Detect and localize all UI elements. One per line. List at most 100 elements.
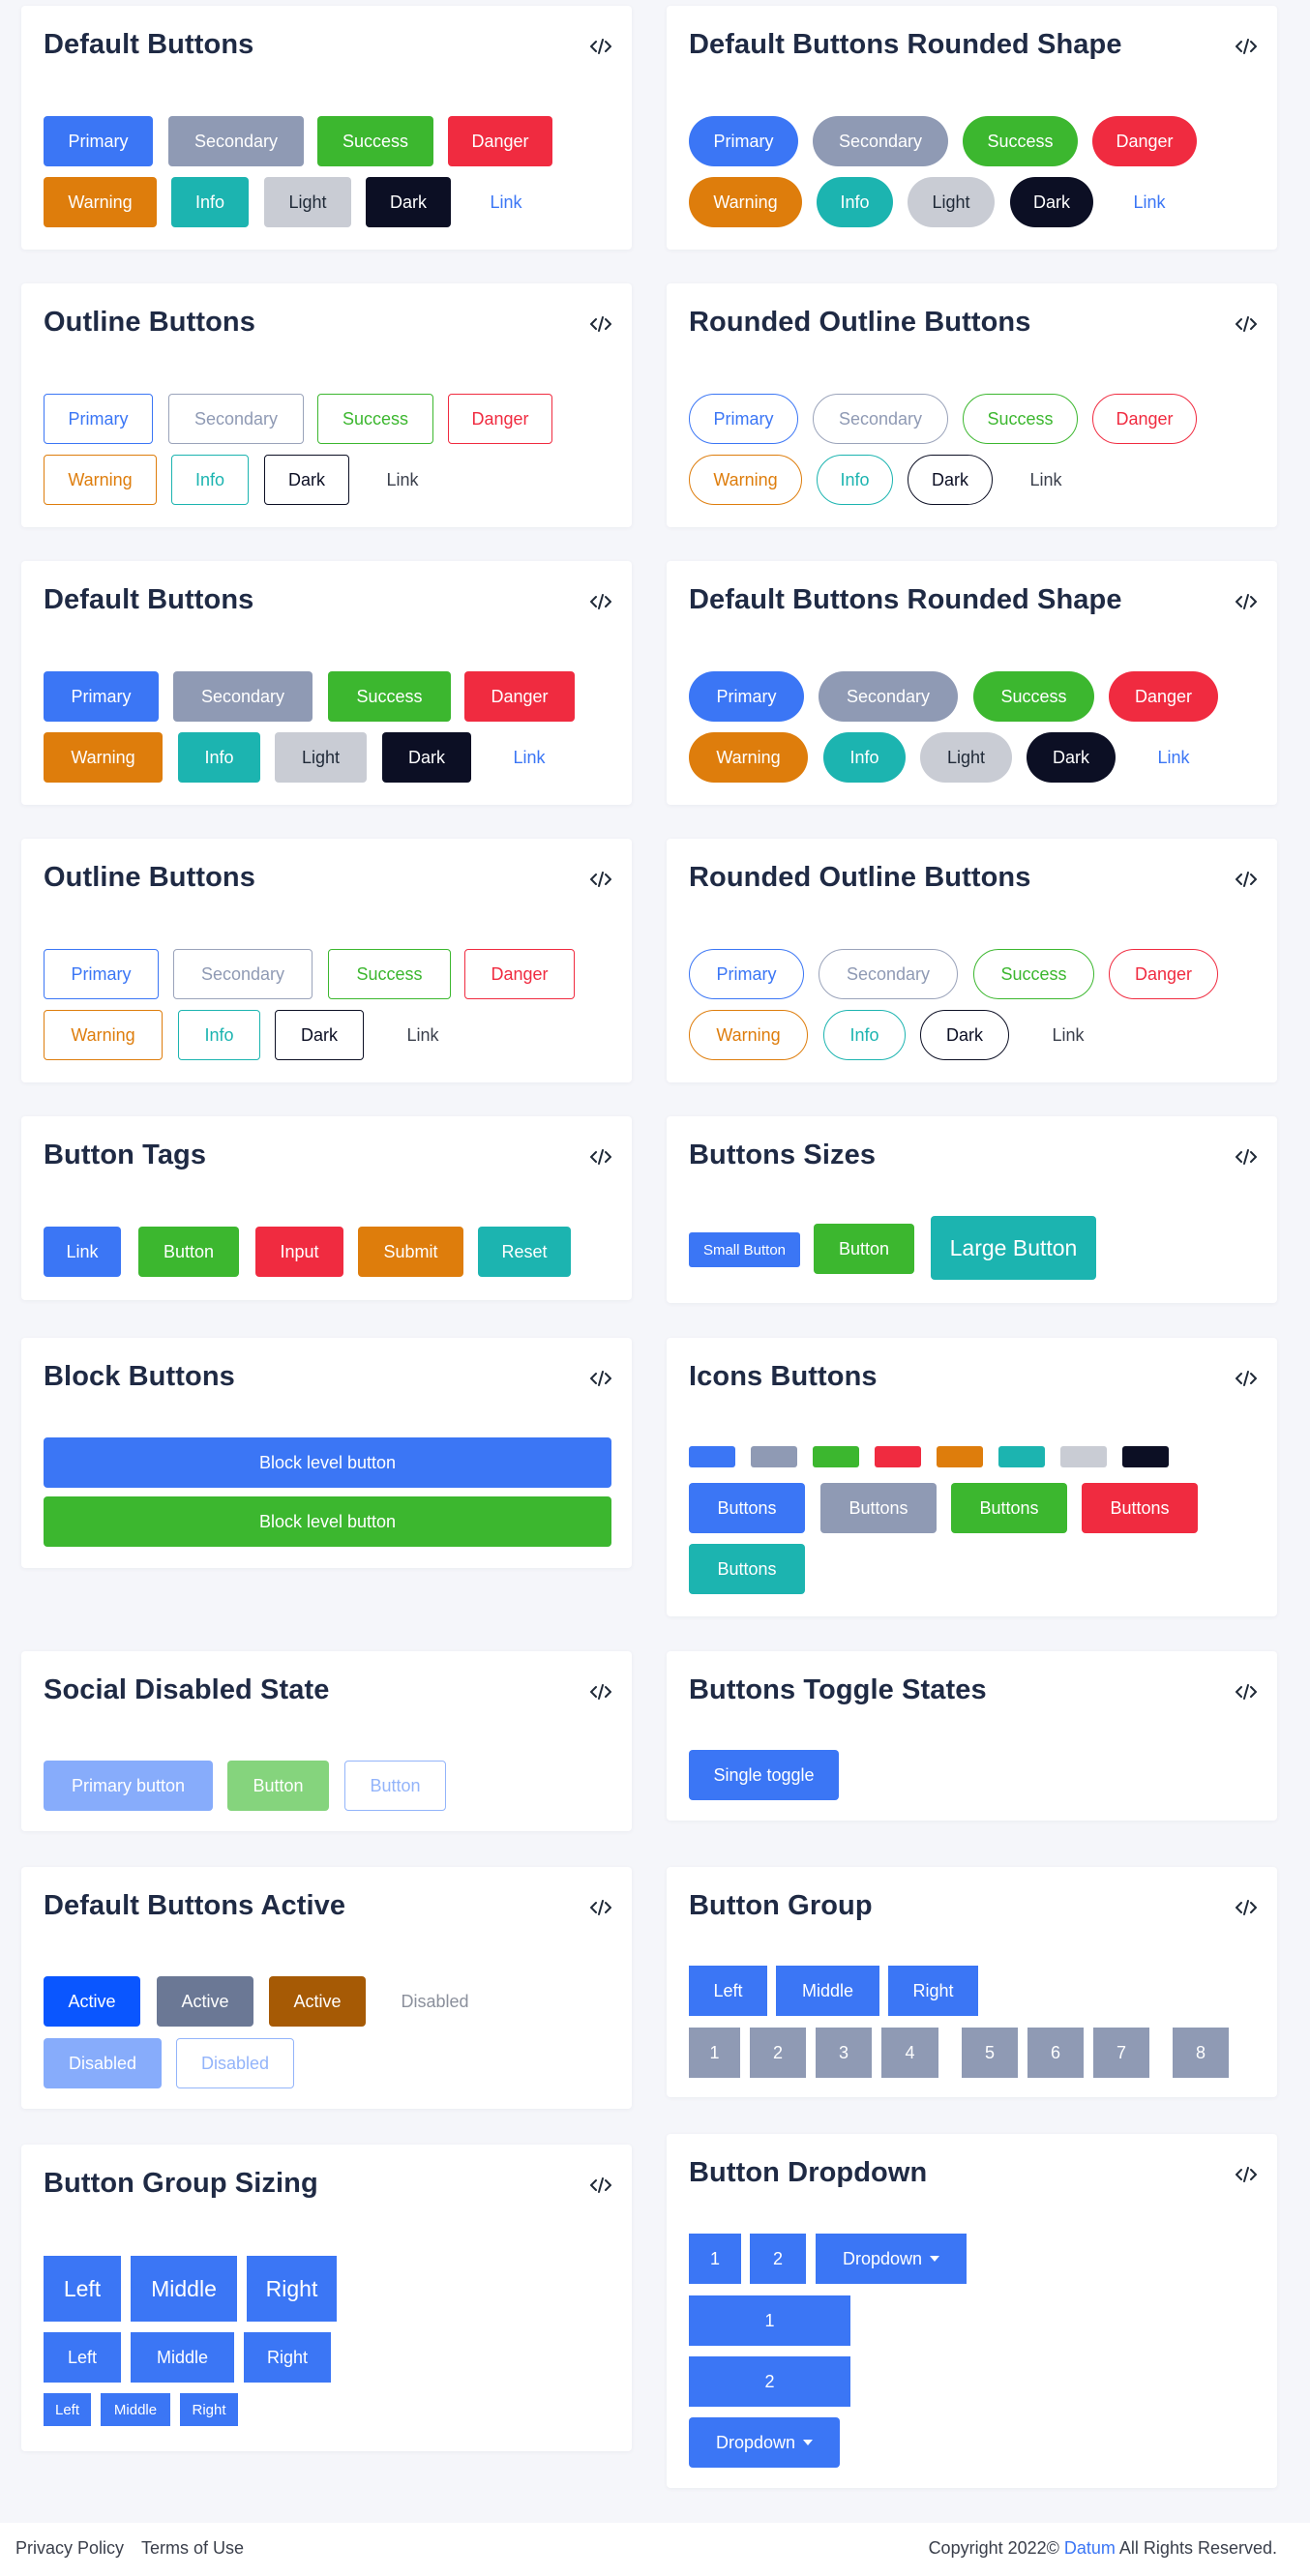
success-outline-button[interactable]: Success — [317, 394, 433, 444]
danger-button[interactable]: Danger — [1092, 116, 1197, 166]
secondary-buttons-button[interactable]: Buttons — [820, 1483, 937, 1533]
danger-outline-button[interactable]: Danger — [464, 949, 575, 999]
link-tag-button[interactable]: Link — [44, 1227, 121, 1277]
link-button[interactable]: Link — [1025, 1010, 1112, 1060]
secondary-outline-button[interactable]: Secondary — [168, 394, 304, 444]
success-outline-button[interactable]: Success — [973, 949, 1094, 999]
group-lg-left-button[interactable]: Left — [44, 2256, 121, 2322]
code-icon[interactable] — [1235, 1145, 1258, 1169]
group-middle-button[interactable]: Middle — [776, 1966, 879, 2016]
link-button[interactable]: Link — [1130, 732, 1217, 783]
reset-tag-button[interactable]: Reset — [478, 1227, 571, 1277]
dark-button[interactable]: Dark — [1010, 177, 1093, 227]
brand-link[interactable]: Datum — [1064, 2538, 1116, 2558]
light-icon-button[interactable] — [1060, 1446, 1107, 1467]
warning-button[interactable]: Warning — [689, 732, 808, 783]
normal-button[interactable]: Button — [814, 1224, 914, 1274]
info-button[interactable]: Info — [178, 732, 260, 783]
code-icon[interactable] — [589, 1680, 612, 1703]
primary-outline-button[interactable]: Primary — [689, 394, 798, 444]
primary-outline-button[interactable]: Primary — [44, 394, 153, 444]
dark-outline-button[interactable]: Dark — [264, 455, 349, 505]
link-button[interactable]: Link — [1005, 455, 1087, 505]
secondary-outline-button[interactable]: Secondary — [173, 949, 313, 999]
group-lg-middle-button[interactable]: Middle — [131, 2256, 237, 2322]
dropdown-group-button-2[interactable]: 2 — [750, 2234, 806, 2284]
dark-outline-button[interactable]: Dark — [908, 455, 993, 505]
single-toggle-button[interactable]: Single toggle — [689, 1750, 839, 1800]
group-number-button[interactable]: 6 — [1027, 2028, 1084, 2078]
light-button[interactable]: Light — [264, 177, 351, 227]
code-icon[interactable] — [1235, 2163, 1258, 2186]
success-button[interactable]: Success — [963, 116, 1078, 166]
privacy-policy-link[interactable]: Privacy Policy — [15, 2538, 124, 2559]
info-button[interactable]: Info — [171, 177, 249, 227]
warning-outline-button[interactable]: Warning — [44, 1010, 163, 1060]
light-button[interactable]: Light — [908, 177, 995, 227]
info-button[interactable]: Info — [823, 732, 906, 783]
info-buttons-button[interactable]: Buttons — [689, 1544, 805, 1594]
button-tag-button[interactable]: Button — [138, 1227, 239, 1277]
success-buttons-button[interactable]: Buttons — [951, 1483, 1067, 1533]
code-icon[interactable] — [589, 590, 612, 613]
danger-icon-button[interactable] — [875, 1446, 921, 1467]
danger-buttons-button[interactable]: Buttons — [1082, 1483, 1198, 1533]
group-left-button[interactable]: Left — [689, 1966, 767, 2016]
primary-button[interactable]: Primary — [689, 116, 798, 166]
dropdown-group-button-1[interactable]: 1 — [689, 2234, 741, 2284]
large-button[interactable]: Large Button — [931, 1216, 1096, 1280]
danger-outline-button[interactable]: Danger — [448, 394, 552, 444]
dark-icon-button[interactable] — [1122, 1446, 1169, 1467]
danger-button[interactable]: Danger — [464, 671, 575, 722]
group-sm-left-button[interactable]: Left — [44, 2393, 91, 2426]
warning-outline-button[interactable]: Warning — [689, 455, 802, 505]
code-icon[interactable] — [1235, 590, 1258, 613]
info-outline-button[interactable]: Info — [171, 455, 249, 505]
code-icon[interactable] — [589, 1367, 612, 1390]
code-icon[interactable] — [589, 1145, 612, 1169]
link-button[interactable]: Link — [362, 455, 443, 505]
info-outline-button[interactable]: Info — [817, 455, 893, 505]
group-sm-right-button[interactable]: Right — [180, 2393, 238, 2426]
info-outline-button[interactable]: Info — [823, 1010, 906, 1060]
light-button[interactable]: Light — [275, 732, 367, 783]
primary-outline-button[interactable]: Primary — [44, 949, 159, 999]
block-success-button[interactable]: Block level button — [44, 1496, 611, 1547]
code-icon[interactable] — [589, 1896, 612, 1919]
block-primary-button[interactable]: Block level button — [44, 1437, 611, 1488]
dark-outline-button[interactable]: Dark — [920, 1010, 1009, 1060]
danger-button[interactable]: Danger — [448, 116, 552, 166]
success-button[interactable]: Success — [317, 116, 433, 166]
code-icon[interactable] — [1235, 1680, 1258, 1703]
group-md-right-button[interactable]: Right — [244, 2332, 331, 2383]
code-icon[interactable] — [1235, 868, 1258, 891]
group-sm-middle-button[interactable]: Middle — [101, 2393, 170, 2426]
active-primary-button[interactable]: Active — [44, 1976, 140, 2027]
secondary-button[interactable]: Secondary — [819, 671, 958, 722]
danger-outline-button[interactable]: Danger — [1092, 394, 1197, 444]
group-right-button[interactable]: Right — [888, 1966, 978, 2016]
code-icon[interactable] — [589, 868, 612, 891]
warning-outline-button[interactable]: Warning — [689, 1010, 808, 1060]
success-icon-button[interactable] — [813, 1446, 859, 1467]
warning-button[interactable]: Warning — [689, 177, 802, 227]
secondary-button[interactable]: Secondary — [813, 116, 948, 166]
link-button[interactable]: Link — [465, 177, 547, 227]
dark-button[interactable]: Dark — [382, 732, 471, 783]
success-outline-button[interactable]: Success — [328, 949, 451, 999]
success-button[interactable]: Success — [973, 671, 1094, 722]
code-icon[interactable] — [1235, 35, 1258, 58]
code-icon[interactable] — [589, 2174, 612, 2197]
code-icon[interactable] — [1235, 1896, 1258, 1919]
group-number-button[interactable]: 8 — [1173, 2028, 1229, 2078]
primary-button[interactable]: Primary — [44, 116, 153, 166]
terms-of-use-link[interactable]: Terms of Use — [141, 2538, 244, 2559]
warning-button[interactable]: Warning — [44, 177, 157, 227]
secondary-icon-button[interactable] — [751, 1446, 797, 1467]
group-number-button[interactable]: 2 — [750, 2028, 806, 2078]
primary-button[interactable]: Primary — [44, 671, 159, 722]
active-secondary-button[interactable]: Active — [157, 1976, 253, 2027]
warning-outline-button[interactable]: Warning — [44, 455, 157, 505]
group-lg-right-button[interactable]: Right — [247, 2256, 337, 2322]
dark-button[interactable]: Dark — [1027, 732, 1116, 783]
